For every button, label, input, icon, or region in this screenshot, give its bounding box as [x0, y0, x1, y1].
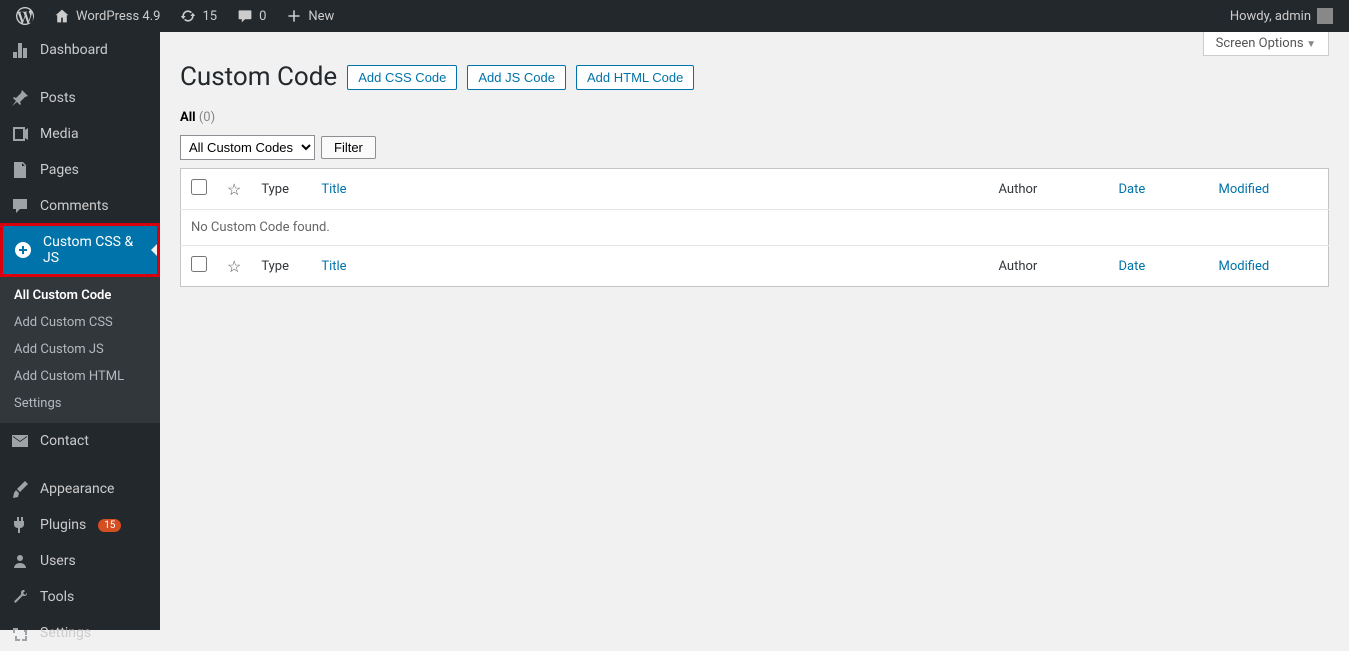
account-menu[interactable]: Howdy, admin: [1230, 8, 1341, 24]
column-date[interactable]: Date: [1119, 182, 1146, 197]
sidebar-item-label: Dashboard: [40, 42, 108, 58]
site-name[interactable]: WordPress 4.9: [46, 0, 168, 32]
admin-bar: WordPress 4.9 15 0 New Howdy, admin: [0, 0, 1349, 32]
site-name-label: WordPress 4.9: [76, 9, 160, 24]
updates[interactable]: 15: [172, 0, 225, 32]
column-type: Type: [251, 246, 311, 287]
column-modified[interactable]: Modified: [1219, 182, 1270, 197]
dashboard-icon: [10, 40, 30, 60]
plug-icon: [10, 515, 30, 535]
filter-select[interactable]: All Custom Codes: [180, 135, 315, 160]
empty-message: No Custom Code found.: [181, 210, 1329, 246]
sidebar-item-label: Pages: [40, 162, 79, 178]
filter-all-label[interactable]: All: [180, 110, 196, 125]
sidebar-item-posts[interactable]: Posts: [0, 80, 160, 116]
sidebar-item-label: Posts: [40, 90, 76, 106]
brush-icon: [10, 479, 30, 499]
column-modified[interactable]: Modified: [1219, 259, 1270, 274]
pin-icon: [10, 88, 30, 108]
sidebar-item-label: Media: [40, 126, 79, 142]
screen-options-toggle[interactable]: Screen Options: [1203, 32, 1329, 56]
submenu-add-css[interactable]: Add Custom CSS: [0, 309, 160, 336]
sidebar-item-tools[interactable]: Tools: [0, 579, 160, 615]
sidebar-item-appearance[interactable]: Appearance: [0, 471, 160, 507]
updates-count: 15: [202, 9, 217, 24]
sidebar-item-label: Contact: [40, 433, 89, 449]
submenu-all-custom-code[interactable]: All Custom Code: [0, 282, 160, 309]
list-filter-links: All (0): [180, 110, 1329, 125]
wp-logo[interactable]: [8, 0, 42, 32]
column-type: Type: [251, 169, 311, 210]
submenu-add-js[interactable]: Add Custom JS: [0, 336, 160, 363]
sidebar-item-dashboard[interactable]: Dashboard: [0, 32, 160, 68]
submenu: All Custom Code Add Custom CSS Add Custo…: [0, 276, 160, 423]
filter-all-count: (0): [199, 110, 215, 125]
comments-count: 0: [259, 9, 266, 24]
comments-link[interactable]: 0: [229, 0, 274, 32]
comment-icon: [10, 196, 30, 216]
sidebar-item-label: Appearance: [40, 481, 114, 497]
sidebar-item-label: Comments: [40, 198, 109, 214]
sidebar-item-label: Tools: [40, 589, 74, 605]
select-all-checkbox[interactable]: [191, 179, 207, 195]
sidebar-item-contact[interactable]: Contact: [0, 423, 160, 459]
plus-icon: [286, 8, 302, 24]
home-icon: [54, 8, 70, 24]
custom-code-table: ☆ Type Title Author Date Modified No Cus…: [180, 168, 1329, 287]
admin-sidebar: Dashboard Posts Media Pages Comments Cus…: [0, 32, 160, 630]
sidebar-item-media[interactable]: Media: [0, 116, 160, 152]
wordpress-icon: [16, 7, 34, 25]
new-content[interactable]: New: [278, 0, 342, 32]
column-author: Author: [989, 169, 1109, 210]
update-badge: 15: [98, 519, 121, 532]
add-css-button[interactable]: Add CSS Code: [347, 65, 457, 90]
add-html-button[interactable]: Add HTML Code: [576, 65, 694, 90]
new-label: New: [308, 9, 334, 24]
add-js-button[interactable]: Add JS Code: [467, 65, 566, 90]
sidebar-item-label: Custom CSS & JS: [43, 234, 147, 266]
sidebar-item-users[interactable]: Users: [0, 543, 160, 579]
column-title[interactable]: Title: [321, 182, 346, 197]
avatar: [1317, 8, 1333, 24]
content-area: Screen Options Custom Code Add CSS Code …: [160, 32, 1349, 630]
submenu-settings[interactable]: Settings: [0, 390, 160, 417]
sidebar-item-settings[interactable]: Settings: [0, 615, 160, 651]
column-author: Author: [989, 246, 1109, 287]
sidebar-item-label: Users: [40, 553, 76, 569]
column-date[interactable]: Date: [1119, 259, 1146, 274]
media-icon: [10, 124, 30, 144]
sidebar-item-pages[interactable]: Pages: [0, 152, 160, 188]
refresh-icon: [180, 8, 196, 24]
plus-circle-icon: [13, 240, 33, 260]
sidebar-item-plugins[interactable]: Plugins 15: [0, 507, 160, 543]
column-title[interactable]: Title: [321, 259, 346, 274]
submenu-add-html[interactable]: Add Custom HTML: [0, 363, 160, 390]
sidebar-item-label: Settings: [40, 625, 91, 641]
filter-button[interactable]: Filter: [321, 136, 376, 159]
comment-icon: [237, 8, 253, 24]
select-all-checkbox-bottom[interactable]: [191, 256, 207, 272]
users-icon: [10, 551, 30, 571]
star-icon[interactable]: ☆: [227, 180, 241, 199]
greeting: Howdy, admin: [1230, 9, 1311, 24]
tools-icon: [10, 587, 30, 607]
sidebar-item-comments[interactable]: Comments: [0, 188, 160, 224]
settings-icon: [10, 623, 30, 643]
page-icon: [10, 160, 30, 180]
star-icon[interactable]: ☆: [227, 257, 241, 276]
sidebar-item-label: Plugins: [40, 517, 86, 533]
mail-icon: [10, 431, 30, 451]
page-title: Custom Code: [180, 62, 337, 92]
sidebar-item-custom-css-js[interactable]: Custom CSS & JS: [0, 223, 160, 277]
